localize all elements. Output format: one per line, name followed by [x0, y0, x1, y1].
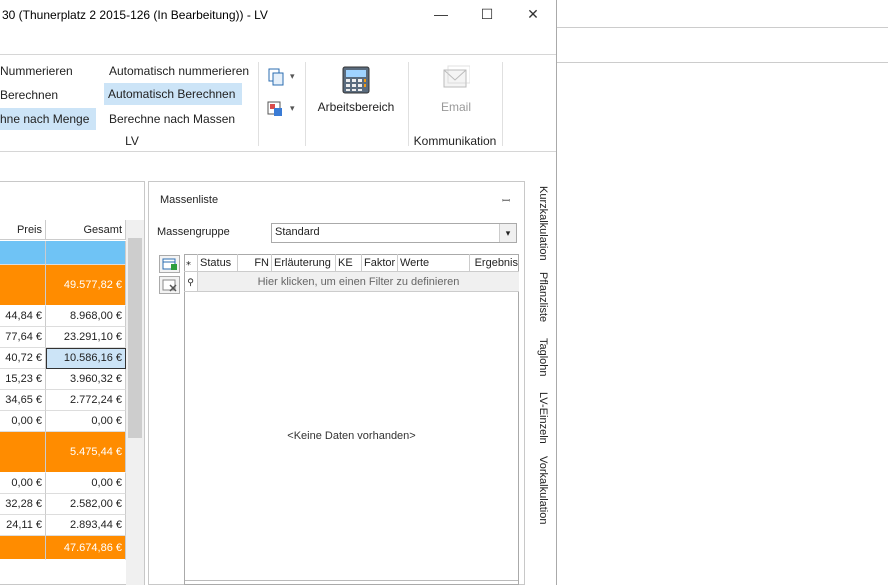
- calculator-icon: [342, 66, 370, 94]
- arbeitsbereich-label: Arbeitsbereich: [317, 100, 395, 114]
- envelope-icon: [443, 65, 470, 88]
- grid-cell-preis[interactable]: 24,11 €: [0, 515, 46, 536]
- arbeitsbereich-button[interactable]: Arbeitsbereich: [312, 62, 402, 120]
- massengruppe-value: Standard: [275, 226, 320, 238]
- grid-cell-preis[interactable]: [0, 432, 46, 473]
- massenliste-title: Massenliste: [160, 194, 219, 206]
- nummerieren-button[interactable]: Nummerieren: [0, 60, 73, 82]
- grid-cell-gesamt[interactable]: 5.475,44 €: [46, 432, 126, 473]
- grid-cell-gesamt[interactable]: 0,00 €: [46, 411, 126, 432]
- tab-taglohn[interactable]: Taglohn: [531, 338, 549, 382]
- ribbon-separator: [502, 62, 503, 146]
- berechne-nach-massen-button[interactable]: Berechne nach Massen: [106, 108, 238, 130]
- grid-cell-preis[interactable]: [0, 536, 46, 560]
- lv-group-label: LV: [125, 134, 139, 148]
- column-header-werte[interactable]: Werte: [398, 254, 470, 272]
- column-header-erlaeuterung[interactable]: Erläuterung: [272, 254, 336, 272]
- grid-cell-preis[interactable]: 44,84 €: [0, 306, 46, 327]
- grid-cell-gesamt[interactable]: 8.968,00 €: [46, 306, 126, 327]
- grid-cell-preis[interactable]: 34,65 €: [0, 390, 46, 411]
- email-label: Email: [440, 100, 471, 114]
- grid-cell-gesamt[interactable]: 23.291,10 €: [46, 327, 126, 348]
- column-header-ke[interactable]: KE: [336, 254, 362, 272]
- column-header-faktor[interactable]: Faktor: [362, 254, 398, 272]
- empty-data-text: <Keine Daten vorhanden>: [287, 430, 416, 442]
- column-header-fn[interactable]: FN: [238, 254, 272, 272]
- grid-cell-gesamt[interactable]: 0,00 €: [46, 473, 126, 494]
- massengruppe-select[interactable]: Standard ▾: [271, 223, 517, 243]
- grid-cell-gesamt[interactable]: 47.674,86 €: [46, 536, 126, 560]
- delete-row-icon: [162, 279, 177, 292]
- kommunikation-group-label: Kommunikation: [413, 134, 497, 148]
- row-indicator-header: ⁎: [184, 254, 198, 272]
- delete-row-button[interactable]: [159, 276, 180, 294]
- close-button[interactable]: ✕: [521, 4, 545, 26]
- grid-cell-preis[interactable]: 15,23 €: [0, 369, 46, 390]
- filter-icon: ⚲: [184, 272, 198, 292]
- grid-cell-preis[interactable]: [0, 241, 46, 265]
- lv-window: 30 (Thunerplatz 2 2015-126 (In Bearbeitu…: [0, 0, 557, 585]
- massen-grid: [184, 254, 519, 585]
- massen-grid-footer-line: [185, 580, 518, 581]
- window-title: 30 (Thunerplatz 2 2015-126 (In Bearbeitu…: [2, 8, 268, 22]
- grid-cell-gesamt[interactable]: 49.577,82 €: [46, 265, 126, 306]
- scrollbar-thumb[interactable]: [128, 238, 142, 438]
- copy-icon: [268, 68, 284, 86]
- grid-cell-gesamt[interactable]: [46, 241, 126, 265]
- tab-vorkalkulation[interactable]: Vorkalkulation: [531, 456, 549, 528]
- grid-cell-preis[interactable]: 32,28 €: [0, 494, 46, 515]
- email-button: Email: [430, 62, 482, 120]
- add-row-icon: [162, 258, 177, 270]
- grid-cell-preis[interactable]: [0, 265, 46, 306]
- column-header-preis[interactable]: Preis: [0, 220, 46, 240]
- background-line: [557, 27, 888, 28]
- filter-row[interactable]: Hier klicken, um einen Filter zu definie…: [198, 272, 519, 292]
- tab-lv-einzeln[interactable]: LV-Einzeln: [531, 392, 549, 444]
- automatisch-berechnen-button[interactable]: Automatisch Berechnen: [104, 83, 242, 105]
- chevron-down-icon: ▾: [290, 71, 295, 81]
- grid-cell-gesamt[interactable]: 2.582,00 €: [46, 494, 126, 515]
- berechne-nach-menge-button[interactable]: hne nach Menge: [0, 108, 96, 130]
- grid-cell-gesamt[interactable]: 3.960,32 €: [46, 369, 126, 390]
- chevron-down-icon: ▾: [499, 224, 516, 242]
- grid-cell-gesamt[interactable]: 10.586,16 €: [46, 348, 126, 369]
- grid-cell-gesamt[interactable]: 2.772,24 €: [46, 390, 126, 411]
- column-header-ergebnis[interactable]: Ergebnis: [470, 254, 519, 272]
- maximize-button[interactable]: ☐: [475, 4, 499, 26]
- minimize-button[interactable]: —: [429, 4, 453, 26]
- berechnen-button[interactable]: Berechnen: [0, 84, 58, 106]
- grid-cell-preis[interactable]: 40,72 €: [0, 348, 46, 369]
- grid-scrollbar[interactable]: [126, 220, 144, 585]
- massengruppe-label: Massengruppe: [157, 226, 230, 238]
- pin-icon[interactable]: ꟷ: [502, 193, 510, 207]
- ribbon-separator: [258, 62, 259, 146]
- background-line-2: [557, 62, 888, 63]
- ribbon-separator: [408, 62, 409, 146]
- automatisch-nummerieren-button[interactable]: Automatisch nummerieren: [106, 60, 252, 82]
- format-dropdown-button[interactable]: ▾: [266, 99, 300, 121]
- grid-cell-preis[interactable]: 0,00 €: [0, 473, 46, 494]
- tab-kurzkalkulation[interactable]: Kurzkalkulation: [531, 186, 549, 264]
- tab-pflanzliste[interactable]: Pflanzliste: [531, 272, 549, 328]
- grid-cell-gesamt[interactable]: 2.893,44 €: [46, 515, 126, 536]
- background-area: [557, 0, 888, 585]
- add-row-button[interactable]: [159, 255, 180, 273]
- ribbon-separator: [305, 62, 306, 146]
- column-header-gesamt[interactable]: Gesamt: [46, 220, 126, 240]
- chevron-down-icon: ▾: [290, 103, 295, 113]
- layout-icon: [267, 101, 282, 116]
- column-header-status[interactable]: Status: [198, 254, 238, 272]
- grid-cell-preis[interactable]: 0,00 €: [0, 411, 46, 432]
- copy-dropdown-button[interactable]: ▾: [266, 67, 300, 89]
- grid-cell-preis[interactable]: 77,64 €: [0, 327, 46, 348]
